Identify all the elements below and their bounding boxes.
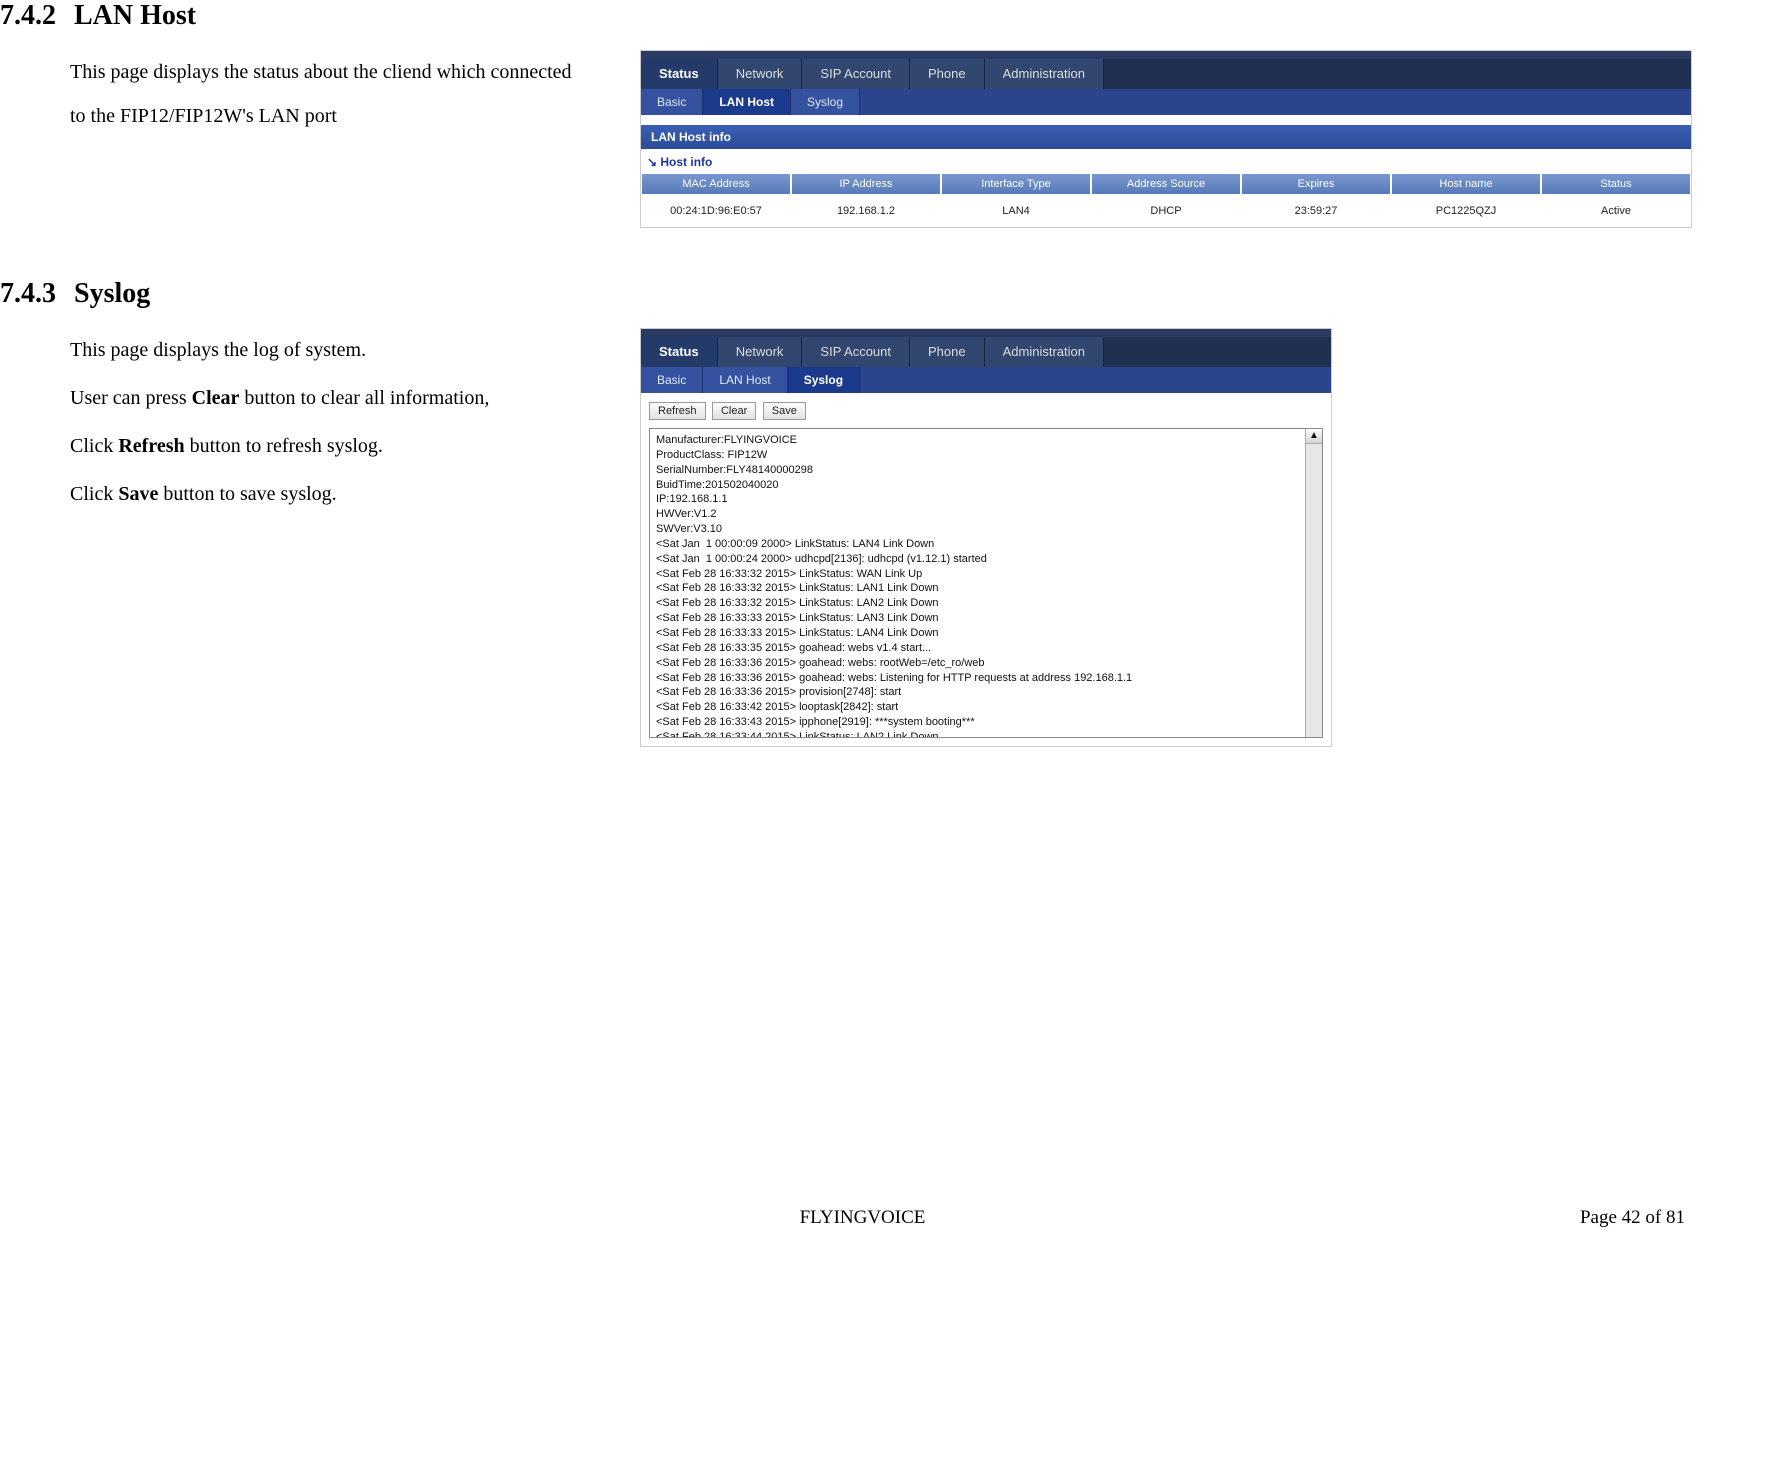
scrollbar-icon[interactable]: [1305, 429, 1322, 737]
cell-mac: 00:24:1D:96:E0:57: [641, 195, 791, 227]
syslog-line1: This page displays the log of system.: [70, 328, 590, 372]
cell-iftype: LAN4: [941, 195, 1091, 227]
subtab-basic[interactable]: Basic: [641, 367, 703, 393]
syslog-line3: Click Refresh button to refresh syslog.: [70, 424, 590, 468]
tab-phone[interactable]: Phone: [910, 59, 985, 89]
subtab-syslog[interactable]: Syslog: [791, 89, 860, 115]
nav-tabs-secondary: Basic LAN Host Syslog: [641, 367, 1331, 393]
tab-phone[interactable]: Phone: [910, 337, 985, 367]
col-iftype: Interface Type: [941, 173, 1091, 195]
section-title: LAN Host: [74, 0, 196, 31]
nav-tabs-secondary: Basic LAN Host Syslog: [641, 89, 1691, 115]
heading-syslog: 7.4.3 Syslog: [0, 278, 1725, 310]
subtab-lanhost[interactable]: LAN Host: [703, 89, 791, 115]
footer-brand: FLYINGVOICE: [588, 1207, 1136, 1229]
cell-hostname: PC1225QZJ: [1391, 195, 1541, 227]
syslog-line2: User can press Clear button to clear all…: [70, 376, 590, 420]
col-expires: Expires: [1241, 173, 1391, 195]
tab-status[interactable]: Status: [641, 337, 718, 367]
figure-lanhost-screenshot: Status Network SIP Account Phone Adminis…: [640, 50, 1692, 228]
col-addrsrc: Address Source: [1091, 173, 1241, 195]
lanhost-paragraph: This page displays the status about the …: [70, 50, 590, 138]
section-title: Syslog: [74, 278, 150, 309]
footer-page: Page 42 of 81: [1137, 1207, 1685, 1229]
heading-lan-host: 7.4.2 LAN Host: [0, 0, 1725, 32]
figure-syslog-screenshot: Status Network SIP Account Phone Adminis…: [640, 328, 1332, 747]
cell-status: Active: [1541, 195, 1691, 227]
tab-admin[interactable]: Administration: [985, 59, 1104, 89]
cell-ip: 192.168.1.2: [791, 195, 941, 227]
save-button[interactable]: Save: [763, 402, 806, 420]
col-ip: IP Address: [791, 173, 941, 195]
page-footer: FLYINGVOICE Page 42 of 81: [0, 1207, 1725, 1229]
subtab-syslog[interactable]: Syslog: [788, 367, 860, 393]
refresh-button[interactable]: Refresh: [649, 402, 706, 420]
host-table-header: MAC Address IP Address Interface Type Ad…: [641, 173, 1691, 195]
col-hostname: Host name: [1391, 173, 1541, 195]
cell-expires: 23:59:27: [1241, 195, 1391, 227]
subtab-basic[interactable]: Basic: [641, 89, 703, 115]
syslog-content: Manufacturer:FLYINGVOICE ProductClass: F…: [656, 434, 1132, 738]
panel-title-lanhost: LAN Host info: [641, 125, 1691, 149]
tab-status[interactable]: Status: [641, 59, 718, 89]
col-status: Status: [1541, 173, 1691, 195]
section-number: 7.4.3: [0, 278, 56, 310]
col-mac: MAC Address: [641, 173, 791, 195]
host-table-row: 00:24:1D:96:E0:57 192.168.1.2 LAN4 DHCP …: [641, 195, 1691, 227]
syslog-line4: Click Save button to save syslog.: [70, 472, 590, 516]
syslog-textarea[interactable]: Manufacturer:FLYINGVOICE ProductClass: F…: [649, 428, 1323, 738]
section-number: 7.4.2: [0, 0, 56, 32]
nav-tabs-primary: Status Network SIP Account Phone Adminis…: [641, 59, 1691, 89]
syslog-button-bar: Refresh Clear Save: [641, 393, 1331, 428]
tab-sip[interactable]: SIP Account: [802, 59, 910, 89]
clear-button[interactable]: Clear: [712, 402, 756, 420]
nav-tabs-primary: Status Network SIP Account Phone Adminis…: [641, 337, 1331, 367]
tab-network[interactable]: Network: [718, 337, 803, 367]
cell-addrsrc: DHCP: [1091, 195, 1241, 227]
tab-sip[interactable]: SIP Account: [802, 337, 910, 367]
subtab-lanhost[interactable]: LAN Host: [703, 367, 787, 393]
tab-network[interactable]: Network: [718, 59, 803, 89]
hostinfo-label: Host info: [641, 149, 1691, 173]
tab-admin[interactable]: Administration: [985, 337, 1104, 367]
